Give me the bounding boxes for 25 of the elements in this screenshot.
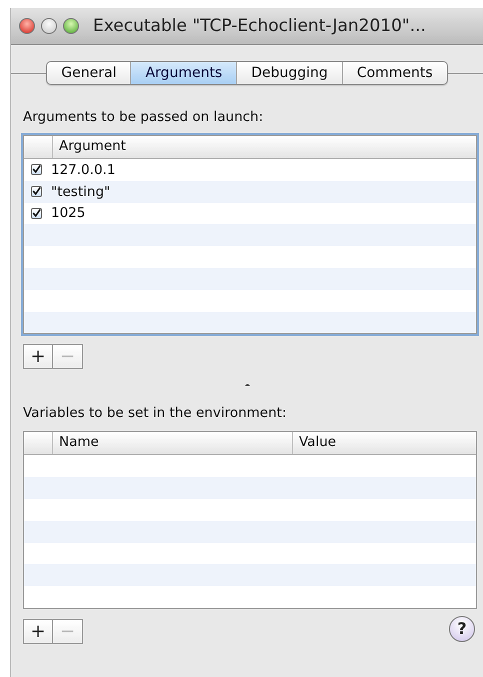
- checkbox[interactable]: [31, 208, 42, 219]
- tab[interactable]: Debugging: [236, 62, 342, 84]
- argument-value: "testing": [51, 184, 110, 200]
- close-button[interactable]: [19, 18, 35, 34]
- table-row[interactable]: 1025: [24, 202, 476, 224]
- table-row[interactable]: "testing": [24, 180, 476, 203]
- tab[interactable]: General: [47, 62, 130, 84]
- zoom-button[interactable]: [63, 18, 79, 34]
- section-label: Variables to be set in the environment:: [23, 405, 288, 422]
- column-header[interactable]: Value: [293, 432, 476, 454]
- argument-value: 1025: [51, 205, 86, 222]
- splitter-icon[interactable]: [244, 382, 250, 386]
- window-title: Executable "TCP-Echoclient-Jan2010"...: [93, 16, 426, 36]
- add-button[interactable]: +: [23, 618, 53, 644]
- table-row[interactable]: 127.0.0.1: [24, 159, 476, 181]
- add-button[interactable]: +: [23, 344, 53, 370]
- checkbox[interactable]: [31, 164, 42, 176]
- help-button[interactable]: ?: [449, 616, 475, 642]
- section-label: Arguments to be passed on launch:: [23, 109, 264, 125]
- checkbox[interactable]: [31, 186, 42, 198]
- column-header[interactable]: Name: [53, 432, 293, 454]
- tab[interactable]: Arguments: [130, 62, 236, 84]
- argument-value: 127.0.0.1: [51, 162, 116, 178]
- minimize-button[interactable]: [41, 18, 57, 34]
- tab[interactable]: Comments: [342, 62, 447, 84]
